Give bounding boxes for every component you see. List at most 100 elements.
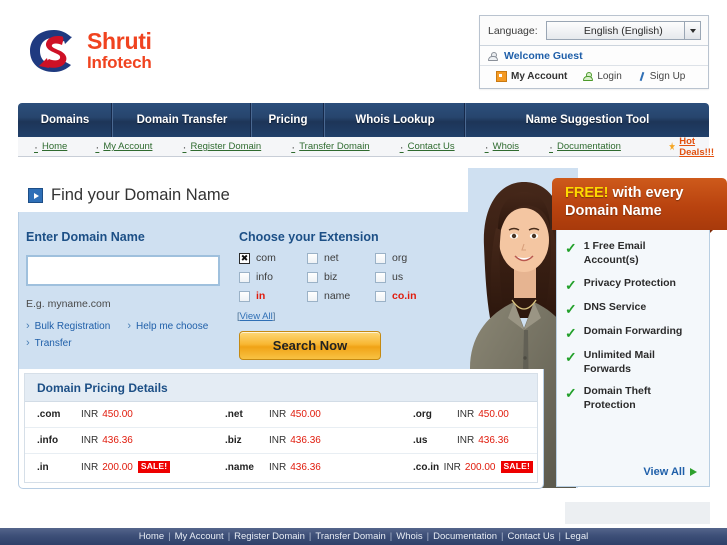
extension-label-biz: biz [324, 271, 338, 283]
login-link[interactable]: Login [583, 71, 622, 82]
chevron-down-icon[interactable] [684, 22, 700, 39]
my-account-label: My Account [511, 71, 568, 82]
price-value: 200.00 [102, 461, 133, 473]
account-links-row: My Account Login Sign Up [480, 66, 708, 88]
currency-label: INR [81, 435, 99, 446]
subnav-my-account[interactable]: My Account [95, 141, 152, 153]
extension-option-biz[interactable]: biz [307, 271, 375, 283]
list-item: ✓ Domain Forwarding [565, 325, 701, 340]
subnav-transfer-domain[interactable]: Transfer Domain [291, 141, 369, 153]
my-account-link[interactable]: My Account [496, 71, 567, 82]
page-footer: Home | My Account | Register Domain | Transfer… [0, 528, 727, 545]
enter-domain-label: Enter Domain Name [26, 230, 145, 244]
footer-link-whois[interactable]: Whois [396, 531, 422, 542]
currency-label: INR [457, 409, 475, 420]
person-green-icon [583, 72, 594, 81]
extension-option-in[interactable]: in [239, 290, 307, 302]
table-row: .com INR 450.00 .net INR 450.00 .org INR… [25, 402, 537, 428]
currency-label: INR [81, 409, 99, 420]
subnav-contact-us[interactable]: Contact Us [400, 141, 455, 153]
price-value: 450.00 [478, 409, 509, 420]
extension-label-in: in [256, 290, 266, 302]
promo-item-label: 1 Free Email Account(s) [583, 240, 646, 266]
subnav-whois[interactable]: Whois [485, 141, 519, 153]
nav-item-domains[interactable]: Domains [18, 103, 113, 137]
footer-links: Home | My Account | Register Domain | Transfer… [138, 531, 589, 542]
search-now-button[interactable]: Search Now [239, 331, 381, 360]
footer-link-home[interactable]: Home [139, 531, 164, 542]
signup-label: Sign Up [649, 71, 686, 82]
shruti-swoosh-logo-icon [28, 28, 80, 74]
subnav-register-domain[interactable]: Register Domain [182, 141, 261, 153]
nav-item-pricing[interactable]: Pricing [252, 103, 325, 137]
tld-label: .in [37, 461, 49, 473]
logo-line-2: Infotech [87, 53, 152, 73]
extension-label-org: org [392, 252, 408, 264]
list-item: ✓ 1 Free Email Account(s) [565, 240, 701, 268]
price-value: 450.00 [290, 409, 321, 420]
subnav-home[interactable]: Home [34, 141, 67, 153]
check-icon: ✓ [565, 348, 577, 365]
checkbox-us[interactable] [375, 271, 386, 283]
price-value: 450.00 [102, 409, 133, 420]
checkbox-info[interactable] [239, 271, 250, 283]
currency-label: INR [443, 461, 461, 473]
footer-link-legal[interactable]: Legal [565, 531, 588, 542]
welcome-row: Welcome Guest [480, 46, 708, 66]
transfer-link[interactable]: Transfer [26, 337, 72, 349]
footer-link-contact-us[interactable]: Contact Us [508, 531, 555, 542]
nav-item-whois-lookup[interactable]: Whois Lookup [325, 103, 466, 137]
footer-link-my-account[interactable]: My Account [175, 531, 224, 542]
example-domain-text: E.g. myname.com [26, 298, 111, 310]
welcome-text: Welcome Guest [504, 50, 583, 62]
footer-link-documentation[interactable]: Documentation [433, 531, 497, 542]
extension-option-us[interactable]: us [375, 271, 454, 283]
extension-option-org[interactable]: org [375, 252, 454, 264]
price-cell-info: .info INR 436.36 [37, 435, 225, 446]
promo-view-all-link[interactable]: View All [643, 466, 697, 478]
checkbox-net[interactable] [307, 252, 318, 264]
currency-label: INR [269, 435, 287, 446]
extension-option-net[interactable]: net [307, 252, 375, 264]
main-navigation: Domains Domain Transfer Pricing Whois Lo… [18, 103, 709, 137]
orange-square-icon [496, 71, 507, 82]
tld-label: .us [413, 435, 428, 446]
help-me-choose-link[interactable]: Help me choose [127, 320, 208, 332]
site-logo[interactable]: Shruti Infotech [28, 28, 152, 74]
signup-link[interactable]: Sign Up [638, 71, 686, 82]
extension-option-info[interactable]: info [239, 271, 307, 283]
bulk-registration-link[interactable]: Bulk Registration [26, 320, 111, 332]
tld-label: .name [225, 461, 254, 473]
price-cell-coin: .co.in INR 200.00 SALE! [413, 461, 533, 473]
footer-link-register-domain[interactable]: Register Domain [234, 531, 305, 542]
list-item: ✓ Unlimited Mail Forwards [565, 349, 701, 377]
hot-deals-link[interactable]: Hot Deals!!! [669, 136, 717, 158]
extension-label-info: info [256, 271, 273, 283]
extension-option-coin[interactable]: co.in [375, 290, 454, 302]
person-icon [488, 51, 498, 61]
extension-checkbox-grid: com net org info biz us in name [239, 252, 454, 302]
language-select[interactable]: English (English) [545, 21, 701, 40]
promo-item-label: Privacy Protection [583, 276, 676, 289]
footer-link-transfer-domain[interactable]: Transfer Domain [315, 531, 385, 542]
checkbox-biz[interactable] [307, 271, 318, 283]
extension-option-com[interactable]: com [239, 252, 307, 264]
subnav-documentation[interactable]: Documentation [549, 141, 621, 153]
extension-option-name[interactable]: name [307, 290, 375, 302]
checkbox-org[interactable] [375, 252, 386, 264]
view-all-extensions-link[interactable]: [View All] [237, 311, 275, 322]
language-label: Language: [488, 24, 538, 37]
checkbox-coin[interactable] [375, 290, 386, 302]
promo-banner: FREE! with every Domain Name [552, 178, 727, 230]
promo-item-label: Domain Forwarding [583, 324, 683, 337]
check-icon: ✓ [565, 276, 577, 293]
nav-item-name-suggestion-tool[interactable]: Name Suggestion Tool [466, 103, 709, 137]
nav-item-domain-transfer[interactable]: Domain Transfer [113, 103, 252, 137]
tld-label: .org [413, 409, 432, 420]
checkbox-com[interactable] [239, 252, 250, 264]
placeholder-box [565, 502, 710, 524]
checkbox-name[interactable] [307, 290, 318, 302]
checkbox-in[interactable] [239, 290, 250, 302]
domain-name-input[interactable] [26, 255, 220, 286]
list-item: ✓ Privacy Protection [565, 277, 701, 292]
